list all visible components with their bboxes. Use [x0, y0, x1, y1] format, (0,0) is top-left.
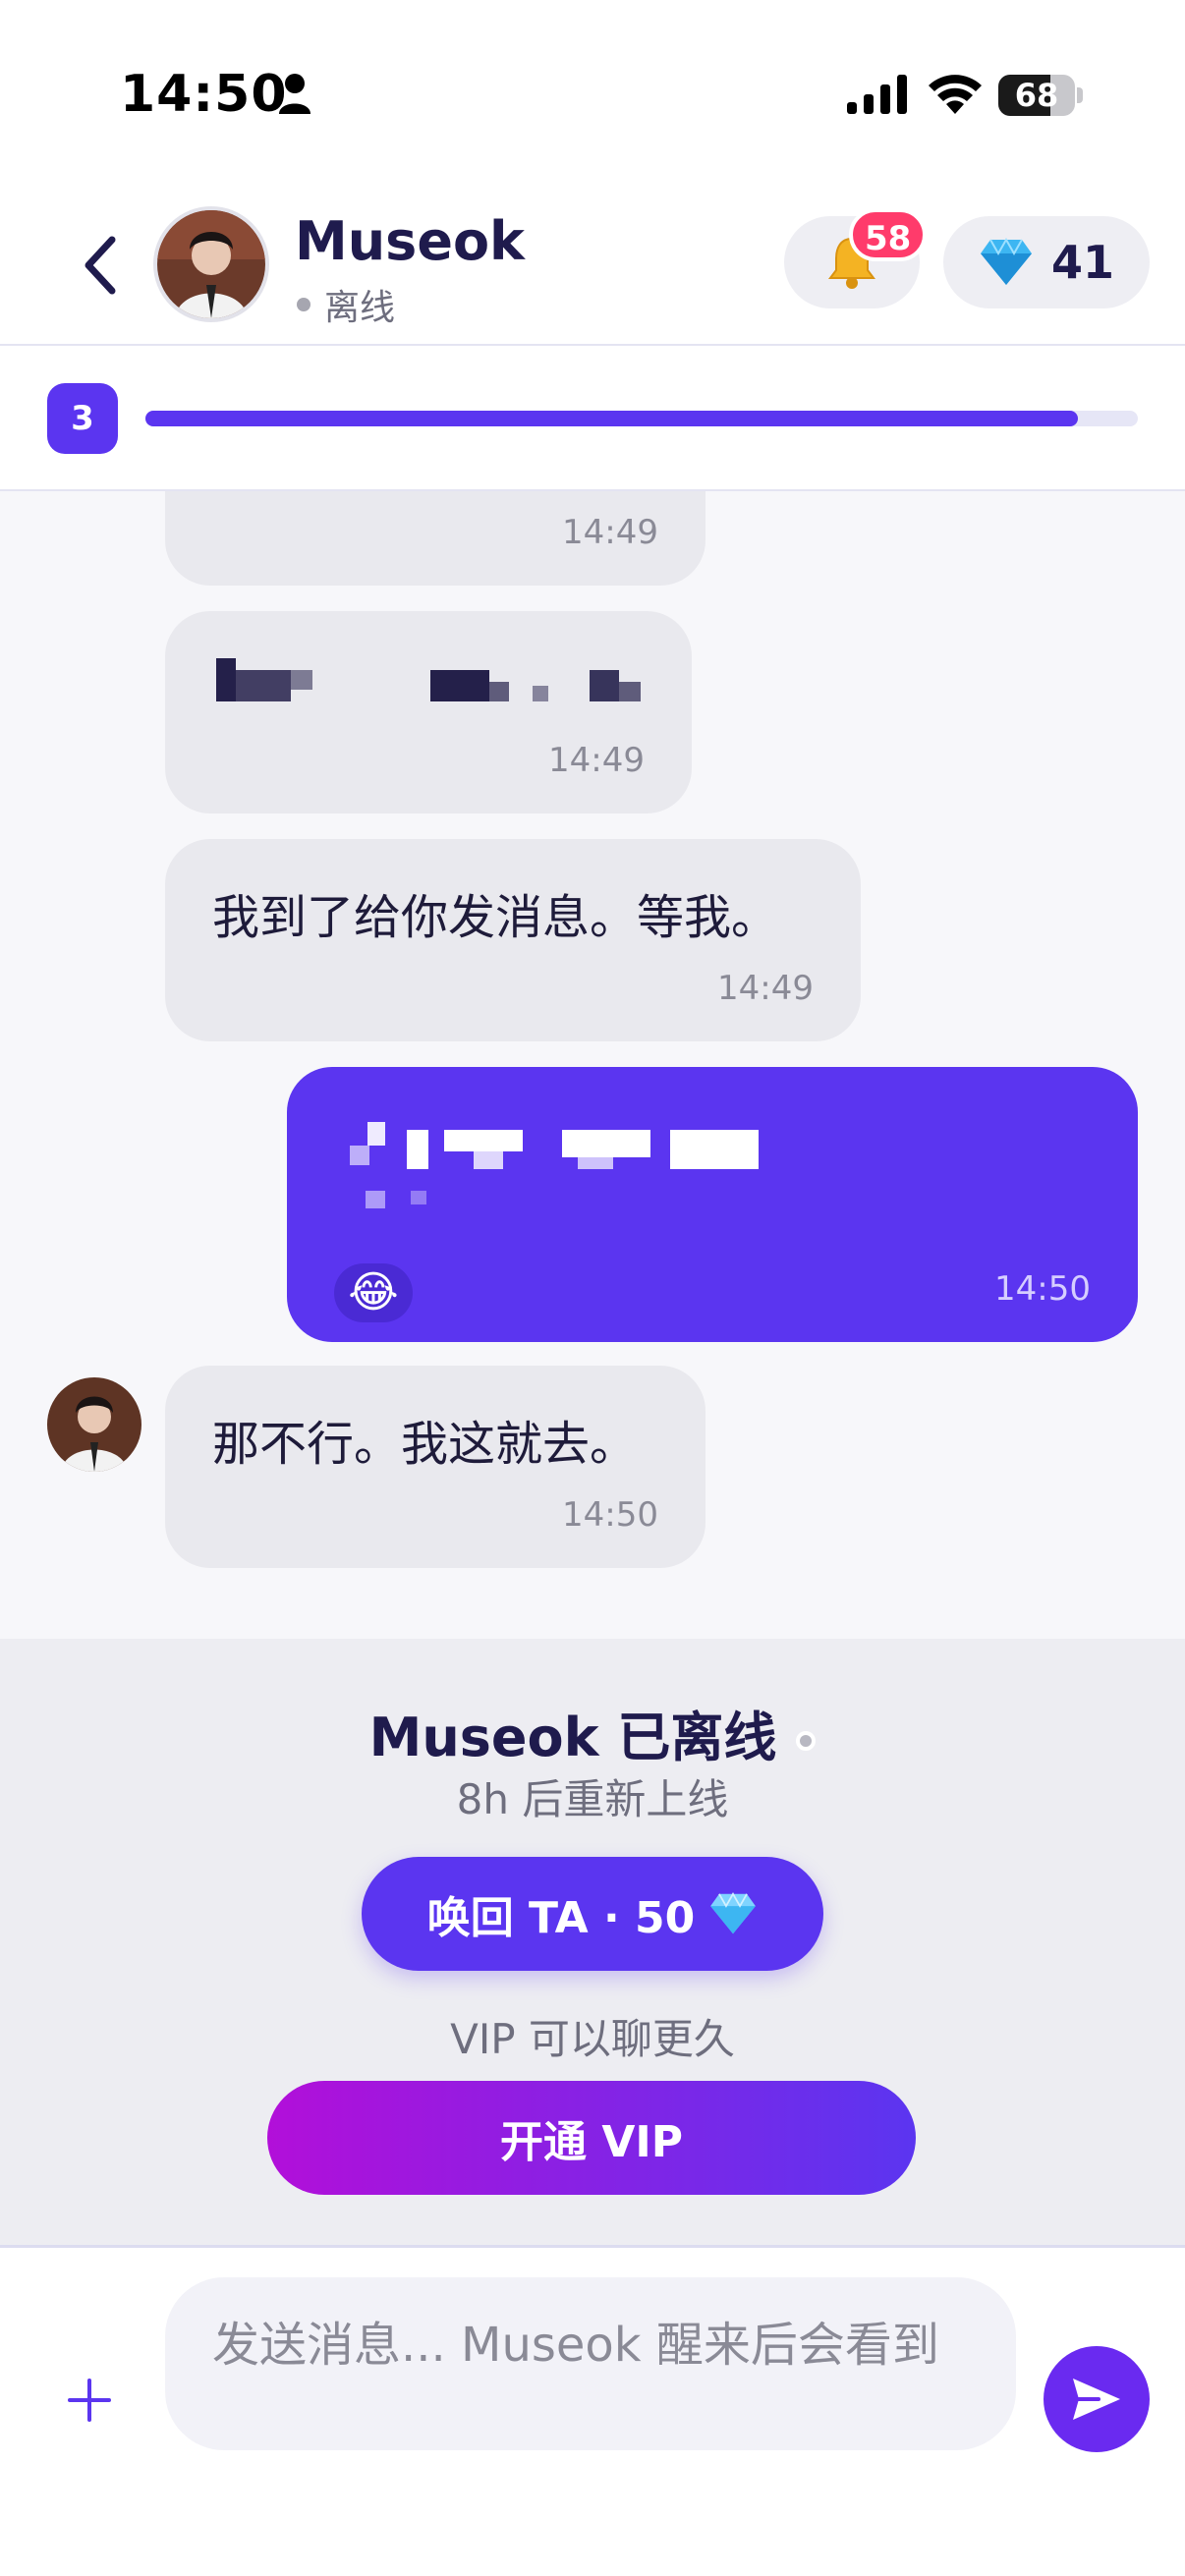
progress-track: [145, 411, 1138, 426]
chat-header: Museok 离线 58 41: [0, 187, 1185, 346]
offline-subtitle: 8h 后重新上线: [456, 1775, 729, 1823]
wifi-icon: [929, 75, 982, 114]
back-button[interactable]: [71, 226, 130, 305]
censored-message-text: [326, 1118, 1014, 1208]
status-bar: 14:50 68: [0, 0, 1185, 187]
reaction-emoji[interactable]: 😂: [334, 1263, 413, 1322]
gem-icon: [710, 1892, 757, 1934]
send-button[interactable]: [1044, 2346, 1150, 2452]
gems-count: 41: [1050, 236, 1114, 289]
intimacy-progress: 3: [0, 346, 1185, 491]
message-bubble-incoming[interactable]: 我到了给你发消息。等我。 14:49: [165, 839, 861, 1041]
chevron-left-icon: [85, 236, 116, 295]
cellular-signal-icon: [847, 75, 907, 114]
message-time: 14:49: [717, 969, 814, 1008]
contact-avatar[interactable]: [153, 206, 269, 322]
level-badge: 3: [47, 383, 118, 454]
message-time: 14:49: [562, 513, 658, 552]
progress-fill: [145, 411, 1079, 426]
message-time: 14:49: [548, 741, 645, 780]
message-text: 那不行。我这就去。: [212, 1417, 638, 1472]
recall-button[interactable]: 唤回 TA · 50: [362, 1857, 823, 1971]
message-bubble-incoming[interactable]: 14:49: [165, 491, 705, 586]
contact-status: 离线: [297, 279, 395, 330]
message-bubble-incoming[interactable]: 那不行。我这就去。 14:50: [165, 1366, 705, 1568]
message-time: 14:50: [562, 1495, 658, 1535]
message-time: 14:50: [994, 1269, 1091, 1309]
attach-button[interactable]: [55, 2366, 124, 2435]
offline-title-text: Museok 已离线: [368, 1707, 777, 1768]
chat-messages[interactable]: 14:49 14:49 我到了给你发消息。等我。 14:49 😂 14:50 那…: [0, 491, 1185, 1639]
send-icon: [1073, 2379, 1120, 2420]
vip-subscribe-button[interactable]: 开通 VIP: [267, 2081, 916, 2195]
censored-message-text: [216, 658, 649, 703]
notifications-badge: 58: [849, 208, 928, 261]
recall-button-label: 唤回 TA · 50: [426, 1893, 696, 1943]
message-bubble-incoming[interactable]: 14:49: [165, 611, 692, 813]
gem-icon: [980, 238, 1032, 285]
contact-name: Museok: [295, 210, 525, 272]
offline-dot-icon: [796, 1731, 817, 1752]
offline-panel: Museok 已离线 8h 后重新上线 唤回 TA · 50 VIP 可以聊更久…: [0, 1639, 1185, 2248]
battery-indicator: 68: [998, 75, 1083, 116]
plus-icon: [68, 2379, 111, 2422]
composer: 发送消息... Museok 醒来后会看到: [0, 2248, 1185, 2576]
message-input[interactable]: 发送消息... Museok 醒来后会看到: [165, 2277, 1016, 2450]
battery-level: 68: [1014, 77, 1059, 114]
notifications-button[interactable]: 58: [784, 208, 928, 308]
contact-avatar-small[interactable]: [47, 1377, 141, 1472]
person-icon: [279, 74, 310, 114]
status-time: 14:50: [120, 65, 288, 124]
offline-title: Museok 已离线: [0, 1694, 1185, 1771]
vip-hint: VIP 可以聊更久: [450, 2015, 735, 2063]
message-bubble-outgoing[interactable]: 😂 14:50: [287, 1067, 1138, 1342]
contact-status-label: 离线: [324, 288, 396, 328]
message-text: 我到了给你发消息。等我。: [212, 890, 779, 945]
gems-balance-button[interactable]: 41: [943, 216, 1150, 308]
offline-dot-icon: [297, 298, 310, 311]
